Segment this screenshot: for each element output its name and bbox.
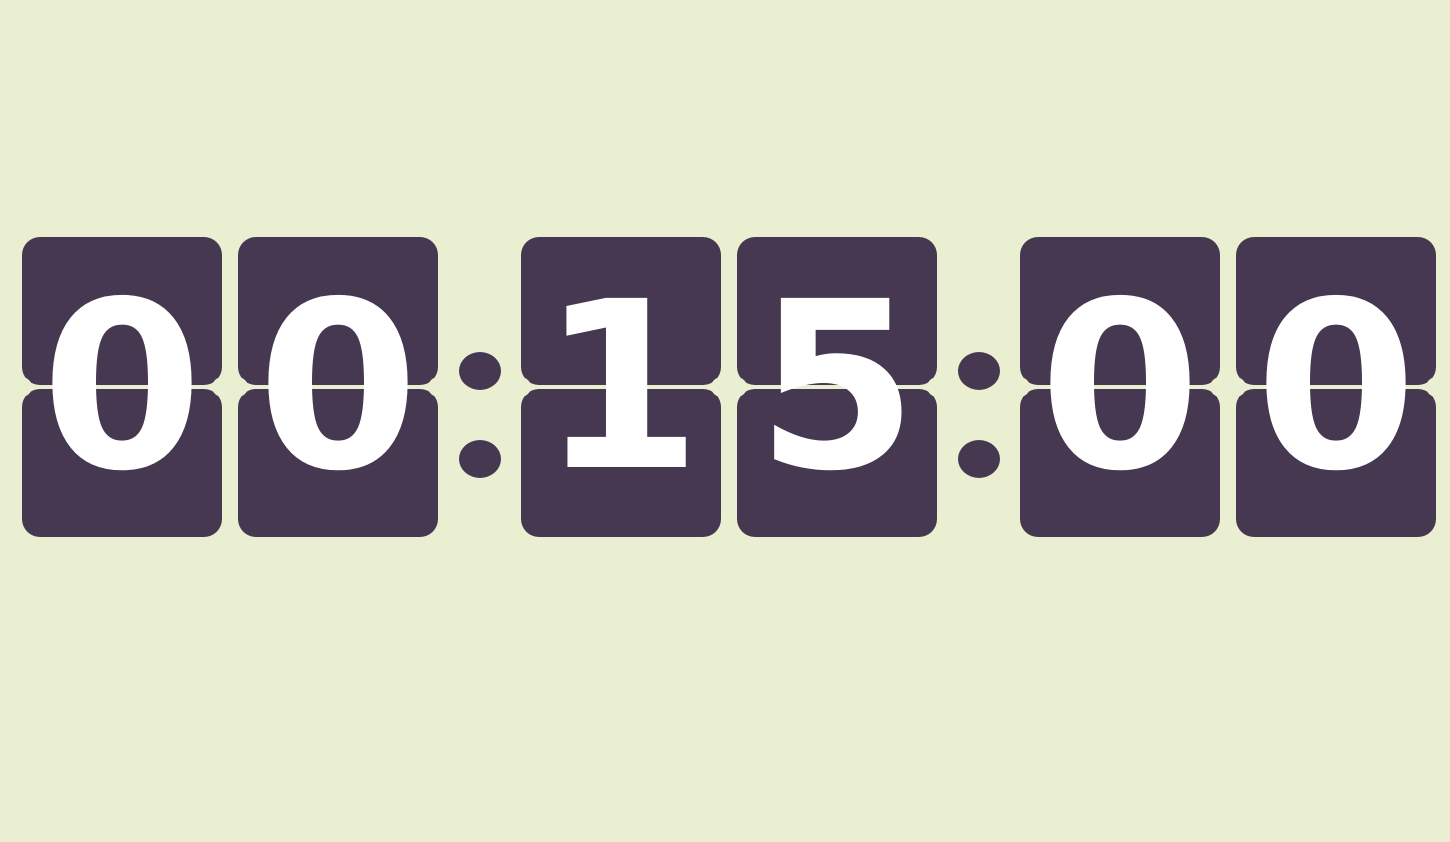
minutes-ones-digit: 5 <box>756 252 918 522</box>
seconds-tens-card: 0 <box>1008 237 1232 537</box>
hours-ones-digit: 0 <box>257 252 419 522</box>
separator-dot-lower <box>958 440 1000 478</box>
hours-minutes-separator <box>450 237 510 537</box>
seconds-ones-digit: 0 <box>1255 252 1417 522</box>
minutes-tens-digit: 1 <box>540 252 702 522</box>
minutes-seconds-separator <box>949 237 1009 537</box>
separator-dot-upper <box>459 352 501 390</box>
minutes-tens-card: 1 <box>509 237 733 537</box>
minutes-ones-card: 5 <box>725 237 949 537</box>
hours-tens-digit: 0 <box>41 252 203 522</box>
hours-tens-card: 0 <box>10 237 234 537</box>
seconds-tens-digit: 0 <box>1039 252 1201 522</box>
seconds-ones-card: 0 <box>1224 237 1448 537</box>
flip-clock: 0 0 1 5 0 0 <box>0 0 1450 842</box>
separator-dot-upper <box>958 352 1000 390</box>
separator-dot-lower <box>459 440 501 478</box>
hours-ones-card: 0 <box>226 237 450 537</box>
